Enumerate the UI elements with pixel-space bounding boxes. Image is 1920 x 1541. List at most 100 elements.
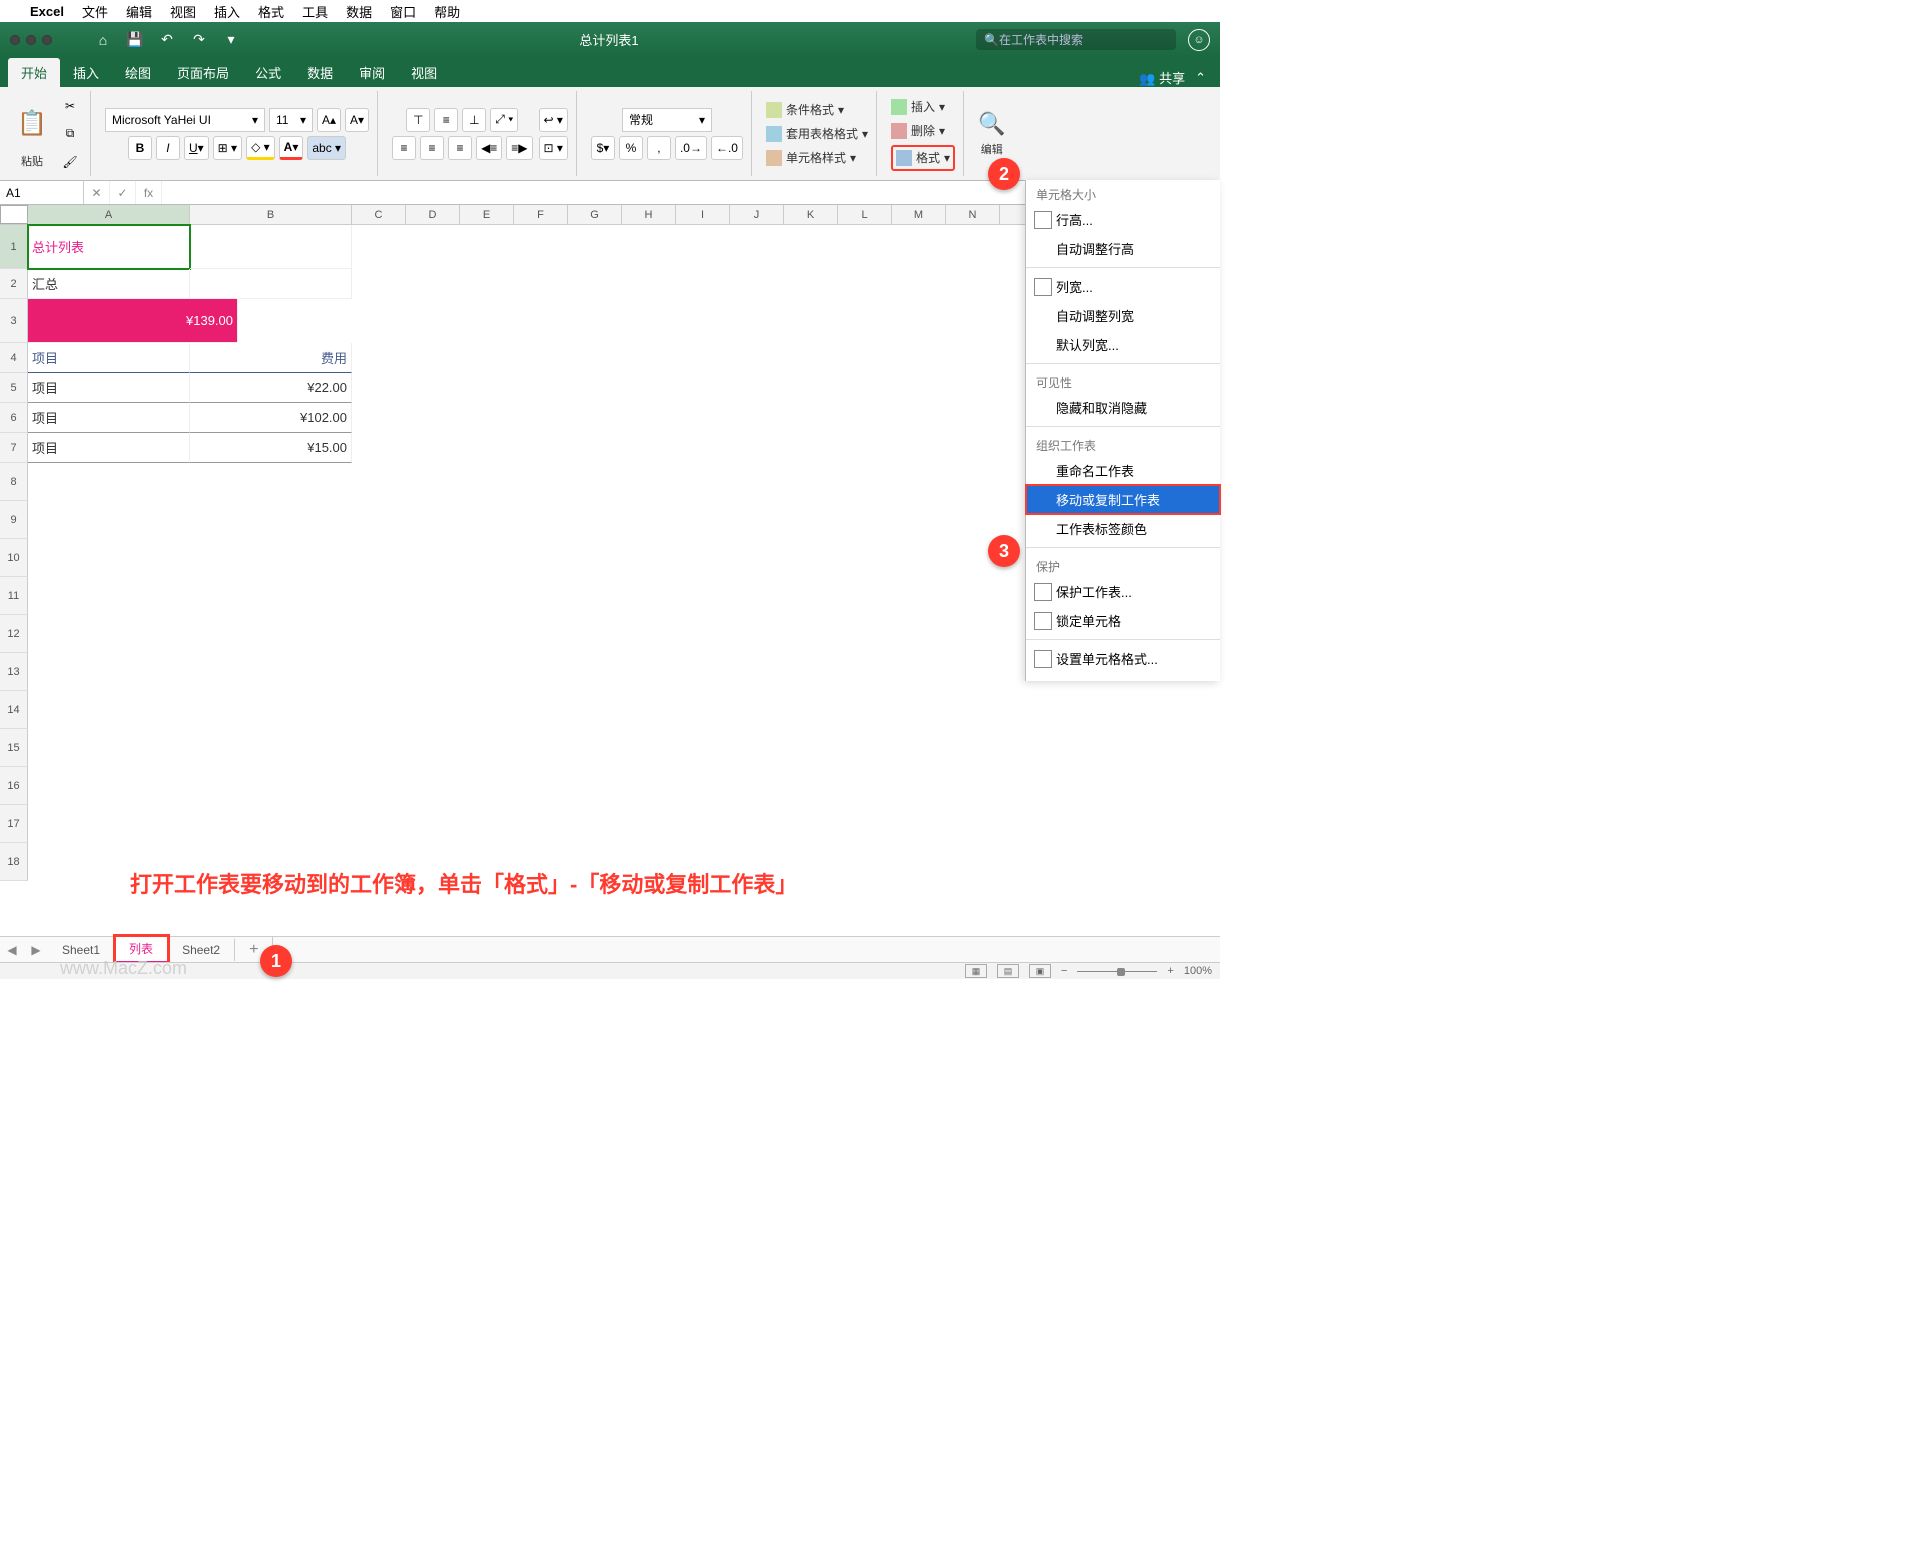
cell-A1[interactable]: 总计列表	[28, 225, 190, 269]
cell-B1[interactable]	[190, 225, 352, 269]
cell-A7[interactable]: 项目	[28, 433, 190, 463]
align-right-icon[interactable]: ≡	[448, 136, 472, 160]
increase-font-icon[interactable]: A▴	[317, 108, 341, 132]
align-left-icon[interactable]: ≡	[392, 136, 416, 160]
row-17[interactable]: 17	[0, 805, 28, 843]
cell-A3[interactable]: ¥139.00	[28, 299, 238, 343]
menuitem-row-height[interactable]: 行高...	[1026, 205, 1220, 234]
menu-insert[interactable]: 插入	[214, 2, 240, 21]
cell-B2[interactable]	[190, 269, 352, 299]
menu-help[interactable]: 帮助	[434, 2, 460, 21]
col-L[interactable]: L	[838, 205, 892, 224]
delete-cells-button[interactable]: 删除 ▾	[891, 121, 945, 141]
table-format-button[interactable]: 套用表格格式 ▾	[766, 124, 868, 144]
wrap-text-icon[interactable]: ↩ ▾	[539, 108, 568, 132]
tab-review[interactable]: 审阅	[346, 58, 398, 87]
tab-pagelayout[interactable]: 页面布局	[164, 58, 242, 87]
accept-formula-icon[interactable]: ✓	[110, 181, 136, 204]
decrease-decimal-icon[interactable]: ←.0	[711, 136, 743, 160]
menuitem-lock-cell[interactable]: 锁定单元格	[1026, 606, 1220, 635]
user-icon[interactable]: ☺	[1188, 29, 1210, 51]
menuitem-rename-sheet[interactable]: 重命名工作表	[1026, 456, 1220, 485]
find-icon[interactable]: 🔍	[978, 111, 1005, 137]
underline-button[interactable]: U ▾	[184, 136, 209, 160]
share-button[interactable]: 👥 共享	[1139, 68, 1185, 87]
tab-insert[interactable]: 插入	[60, 58, 112, 87]
menuitem-col-width[interactable]: 列宽...	[1026, 272, 1220, 301]
col-H[interactable]: H	[622, 205, 676, 224]
tab-data[interactable]: 数据	[294, 58, 346, 87]
select-all-corner[interactable]	[0, 205, 28, 224]
col-N[interactable]: N	[946, 205, 1000, 224]
tab-draw[interactable]: 绘图	[112, 58, 164, 87]
format-painter-icon[interactable]: 🖌	[58, 150, 82, 174]
fill-color-button[interactable]: ◇ ▾	[246, 136, 275, 160]
copy-icon[interactable]: ⧉	[58, 122, 82, 146]
menuitem-hide[interactable]: 隐藏和取消隐藏	[1026, 393, 1220, 422]
align-top-icon[interactable]: ⊤	[406, 108, 430, 132]
cell-area[interactable]: 总计列表 汇总 ¥139.00 项目 费用 项目 ¥22.00 项目 ¥102.…	[28, 225, 352, 463]
indent-left-icon[interactable]: ◀≡	[476, 136, 502, 160]
bold-button[interactable]: B	[128, 136, 152, 160]
row-11[interactable]: 11	[0, 577, 28, 615]
border-button[interactable]: ⊞ ▾	[213, 136, 242, 160]
row-4[interactable]: 4	[0, 343, 28, 373]
menu-format[interactable]: 格式	[258, 2, 284, 21]
indent-right-icon[interactable]: ≡▶	[506, 136, 532, 160]
tab-formula[interactable]: 公式	[242, 58, 294, 87]
row-6[interactable]: 6	[0, 403, 28, 433]
undo-icon[interactable]: ↶	[156, 29, 178, 51]
view-page-icon[interactable]: ▤	[997, 964, 1019, 978]
search-input[interactable]: 🔍 在工作表中搜索	[976, 29, 1176, 50]
cell-A6[interactable]: 项目	[28, 403, 190, 433]
paste-button[interactable]: 📋	[12, 99, 52, 149]
cell-A5[interactable]: 项目	[28, 373, 190, 403]
currency-icon[interactable]: $▾	[591, 136, 615, 160]
col-B[interactable]: B	[190, 205, 352, 224]
phonetic-button[interactable]: abc ▾	[307, 136, 346, 160]
cell-B7[interactable]: ¥15.00	[190, 433, 352, 463]
number-format-select[interactable]: 常规▾	[622, 108, 712, 132]
row-9[interactable]: 9	[0, 501, 28, 539]
conditional-format-button[interactable]: 条件格式 ▾	[766, 100, 844, 120]
col-C[interactable]: C	[352, 205, 406, 224]
col-E[interactable]: E	[460, 205, 514, 224]
col-A[interactable]: A	[28, 205, 190, 224]
row-8[interactable]: 8	[0, 463, 28, 501]
menuitem-protect-sheet[interactable]: 保护工作表...	[1026, 577, 1220, 606]
zoom-in-icon[interactable]: +	[1167, 965, 1173, 977]
row-14[interactable]: 14	[0, 691, 28, 729]
view-break-icon[interactable]: ▣	[1029, 964, 1051, 978]
fx-icon[interactable]: fx	[136, 181, 162, 204]
align-bottom-icon[interactable]: ⊥	[462, 108, 486, 132]
percent-icon[interactable]: %	[619, 136, 643, 160]
sheet-nav-next[interactable]: ▶	[24, 943, 48, 957]
insert-cells-button[interactable]: 插入 ▾	[891, 97, 945, 117]
menu-edit[interactable]: 编辑	[126, 2, 152, 21]
menu-view[interactable]: 视图	[170, 2, 196, 21]
menuitem-tab-color[interactable]: 工作表标签颜色	[1026, 514, 1220, 543]
menu-window[interactable]: 窗口	[390, 2, 416, 21]
menuitem-move-copy-sheet[interactable]: 移动或复制工作表	[1026, 485, 1220, 514]
fontsize-select[interactable]: 11▾	[269, 108, 313, 132]
row-3[interactable]: 3	[0, 299, 28, 343]
view-normal-icon[interactable]: ▦	[965, 964, 987, 978]
save-icon[interactable]: 💾	[124, 29, 146, 51]
menu-file[interactable]: 文件	[82, 2, 108, 21]
redo-icon[interactable]: ↷	[188, 29, 210, 51]
menuitem-cell-format[interactable]: 设置单元格格式...	[1026, 644, 1220, 673]
align-middle-icon[interactable]: ≡	[434, 108, 458, 132]
col-K[interactable]: K	[784, 205, 838, 224]
menu-data[interactable]: 数据	[346, 2, 372, 21]
decrease-font-icon[interactable]: A▾	[345, 108, 369, 132]
row-10[interactable]: 10	[0, 539, 28, 577]
tab-view[interactable]: 视图	[398, 58, 450, 87]
italic-button[interactable]: I	[156, 136, 180, 160]
row-18[interactable]: 18	[0, 843, 28, 881]
window-controls[interactable]	[10, 35, 52, 45]
row-13[interactable]: 13	[0, 653, 28, 691]
app-name[interactable]: Excel	[30, 4, 64, 19]
format-cells-button[interactable]: 格式 ▾	[896, 148, 950, 168]
menu-tools[interactable]: 工具	[302, 2, 328, 21]
menuitem-autofit-col[interactable]: 自动调整列宽	[1026, 301, 1220, 330]
